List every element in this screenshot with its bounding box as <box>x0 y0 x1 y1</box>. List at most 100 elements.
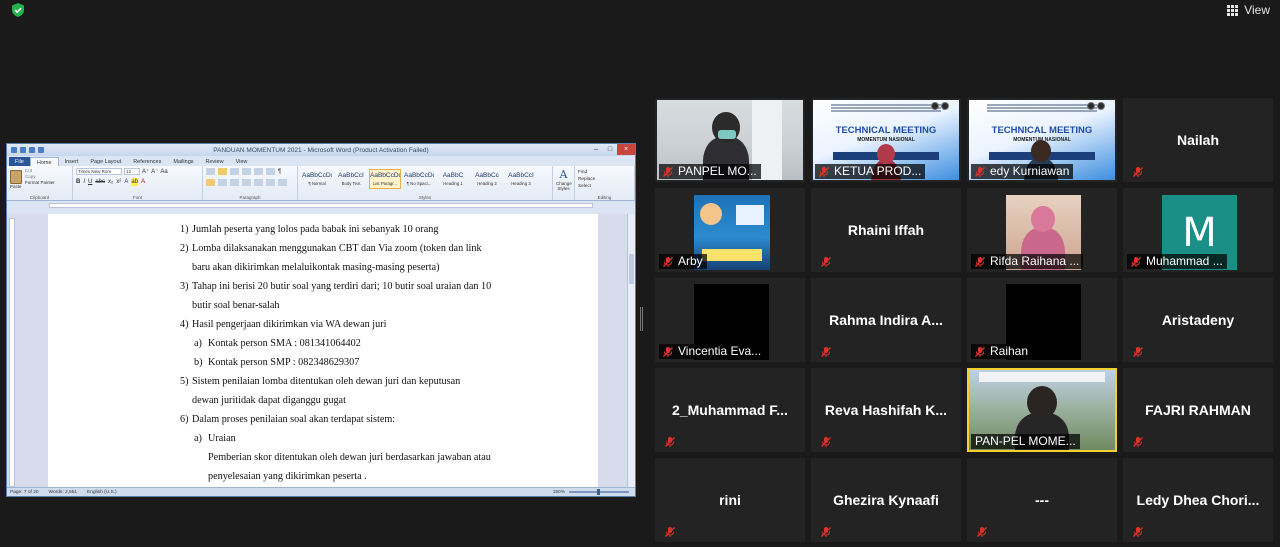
mic-muted-icon <box>976 525 988 537</box>
style-preview: AaBbCcDc <box>404 172 434 179</box>
participant-tile[interactable]: Nailah <box>1123 98 1273 182</box>
borders-icon <box>278 179 287 186</box>
mic-muted-icon <box>820 435 832 447</box>
banner-title: TECHNICAL MEETING <box>835 125 937 136</box>
mic-muted-icon <box>818 166 830 178</box>
zoom-meeting-window: View PANDUAN MOMENTUM 2021 - Microsoft W… <box>0 0 1280 547</box>
ribbon-tab-mailings: Mailings <box>173 159 194 165</box>
participant-tile[interactable]: M Muhammad ... <box>1123 188 1273 272</box>
mic-muted-icon <box>820 525 832 537</box>
replace-label: Replace <box>578 176 596 181</box>
participant-name-label: Vincentia Eva... <box>659 344 766 359</box>
line-text: Lomba dilaksanakan menggunakan CBT dan V… <box>192 243 482 254</box>
participant-tile[interactable]: Reva Hashifah K... <box>811 368 961 452</box>
logo-icon <box>931 102 939 110</box>
line-spacing-icon <box>254 179 263 186</box>
participant-tile[interactable]: PANPEL MO... <box>655 98 805 182</box>
line-text: baru akan dikirimkan melaluikontak masin… <box>192 262 440 273</box>
banner-logos <box>931 102 949 110</box>
decrease-indent-icon <box>242 168 251 175</box>
change-case-icon: Aa <box>160 168 168 175</box>
participant-name-label: Muhammad ... <box>1127 254 1227 269</box>
list-number: a) <box>194 433 202 444</box>
multilevel-list-icon <box>230 168 239 175</box>
align-right-icon <box>230 179 239 186</box>
participant-tile[interactable]: PAN-PEL MOME... <box>967 368 1117 452</box>
participant-tile[interactable]: Rhaini Iffah <box>811 188 961 272</box>
participant-tile[interactable]: --- <box>967 458 1117 542</box>
logo-icon <box>1097 102 1105 110</box>
document-line: 4) Hasil pengerjaan dikirimkan via WA dew… <box>180 315 530 334</box>
maximize-icon: □ <box>607 146 613 153</box>
sort-icon <box>266 168 275 175</box>
participant-name: PANPEL MO... <box>678 164 757 178</box>
list-number: 6) <box>180 414 189 425</box>
style-6: AaBbCc Heading 2 <box>471 169 503 189</box>
split-view-divider[interactable] <box>640 307 643 331</box>
align-center-icon <box>218 179 227 186</box>
style-preview: AaBbC <box>442 172 464 179</box>
logo-icon <box>941 102 949 110</box>
participant-name: Vincentia Eva... <box>678 344 762 358</box>
line-text: Jumlah peserta yang lolos pada babak ini… <box>192 224 439 235</box>
participant-tile[interactable]: Raihan <box>967 278 1117 362</box>
list-number: 1) <box>180 224 189 235</box>
font-size-box: 12 <box>124 168 140 175</box>
document-line: b) Kontak person SMP : 082348629307 <box>180 353 530 372</box>
participant-name: Rhaini Iffah <box>847 222 925 238</box>
participant-tile[interactable]: Vincentia Eva... <box>655 278 805 362</box>
participant-name: Ledy Dhea Chori... <box>1136 492 1260 508</box>
italic-icon: I <box>83 179 86 185</box>
list-number: a) <box>194 338 202 349</box>
page-count: Page: 7 of 20 <box>10 489 39 495</box>
view-button[interactable]: View <box>1227 1 1270 19</box>
participant-name-label: PANPEL MO... <box>659 164 761 179</box>
word-title: PANDUAN MOMENTUM 2021 - Microsoft Word (… <box>213 146 429 154</box>
participant-tile[interactable]: TECHNICAL MEETING MOMENTUM NASIONAL KETUA … <box>811 98 961 182</box>
participant-tile[interactable]: Arby <box>655 188 805 272</box>
participant-tile[interactable]: Ghezira Kynaafi <box>811 458 961 542</box>
participant-name-label: Raihan <box>971 344 1033 359</box>
vertical-ruler <box>9 218 15 487</box>
mic-muted-icon <box>820 345 832 357</box>
font-group-label: Font <box>132 195 142 200</box>
style-name: Heading 1 <box>443 181 463 186</box>
participant-name: Reva Hashifah K... <box>824 402 948 418</box>
strikethrough-icon: abc <box>95 179 106 185</box>
paste-label: Paste <box>10 184 22 189</box>
horizontal-ruler <box>7 201 635 209</box>
mic-muted-icon <box>662 256 674 268</box>
mic-muted-icon <box>664 435 676 447</box>
participant-tile[interactable]: TECHNICAL MEETING MOMENTUM NASIONAL edy Ku… <box>967 98 1117 182</box>
encryption-shield-icon[interactable] <box>10 2 26 18</box>
participant-tile[interactable]: 2_Muhammad F... <box>655 368 805 452</box>
participant-tile[interactable]: Rahma Indira A... <box>811 278 961 362</box>
banner-header-line <box>987 107 1097 109</box>
mic-muted-icon <box>664 525 676 537</box>
mic-muted-icon <box>1132 165 1144 177</box>
select-label: Select <box>578 183 592 188</box>
document-page: 1) Jumlah peserta yang lolos pada babak i… <box>48 214 598 487</box>
participant-tile[interactable]: FAJRI RAHMAN <box>1123 368 1273 452</box>
justify-icon <box>242 179 251 186</box>
clipboard-group-label: Clipboard <box>29 195 50 200</box>
bullets-icon <box>206 168 215 175</box>
participant-tile[interactable]: Ledy Dhea Chori... <box>1123 458 1273 542</box>
style-name: Heading 2 <box>477 181 497 186</box>
participant-tile[interactable]: rini <box>655 458 805 542</box>
line-text: Dalam proses penilaian soal akan terdapa… <box>192 414 396 425</box>
line-text: dewan juritidak dapat diganggu gugat <box>192 395 346 406</box>
participant-name: KETUA PROD... <box>834 164 922 178</box>
find-label: Find <box>578 169 588 174</box>
editing-group: Find Replace Select Editing <box>575 166 635 200</box>
ribbon-tab-page-layout: Page Layout <box>90 159 122 165</box>
subscript-icon: x₂ <box>108 179 114 185</box>
participant-tile[interactable]: Rifda Raihana ... <box>967 188 1117 272</box>
participant-name: Nailah <box>1176 132 1219 148</box>
view-label: View <box>1244 3 1270 17</box>
participant-name: Raihan <box>990 344 1029 358</box>
shading-icon <box>266 179 275 186</box>
language-indicator: English (U.S.) <box>87 489 117 495</box>
mic-muted-icon <box>662 346 674 358</box>
participant-tile[interactable]: Aristadeny <box>1123 278 1273 362</box>
